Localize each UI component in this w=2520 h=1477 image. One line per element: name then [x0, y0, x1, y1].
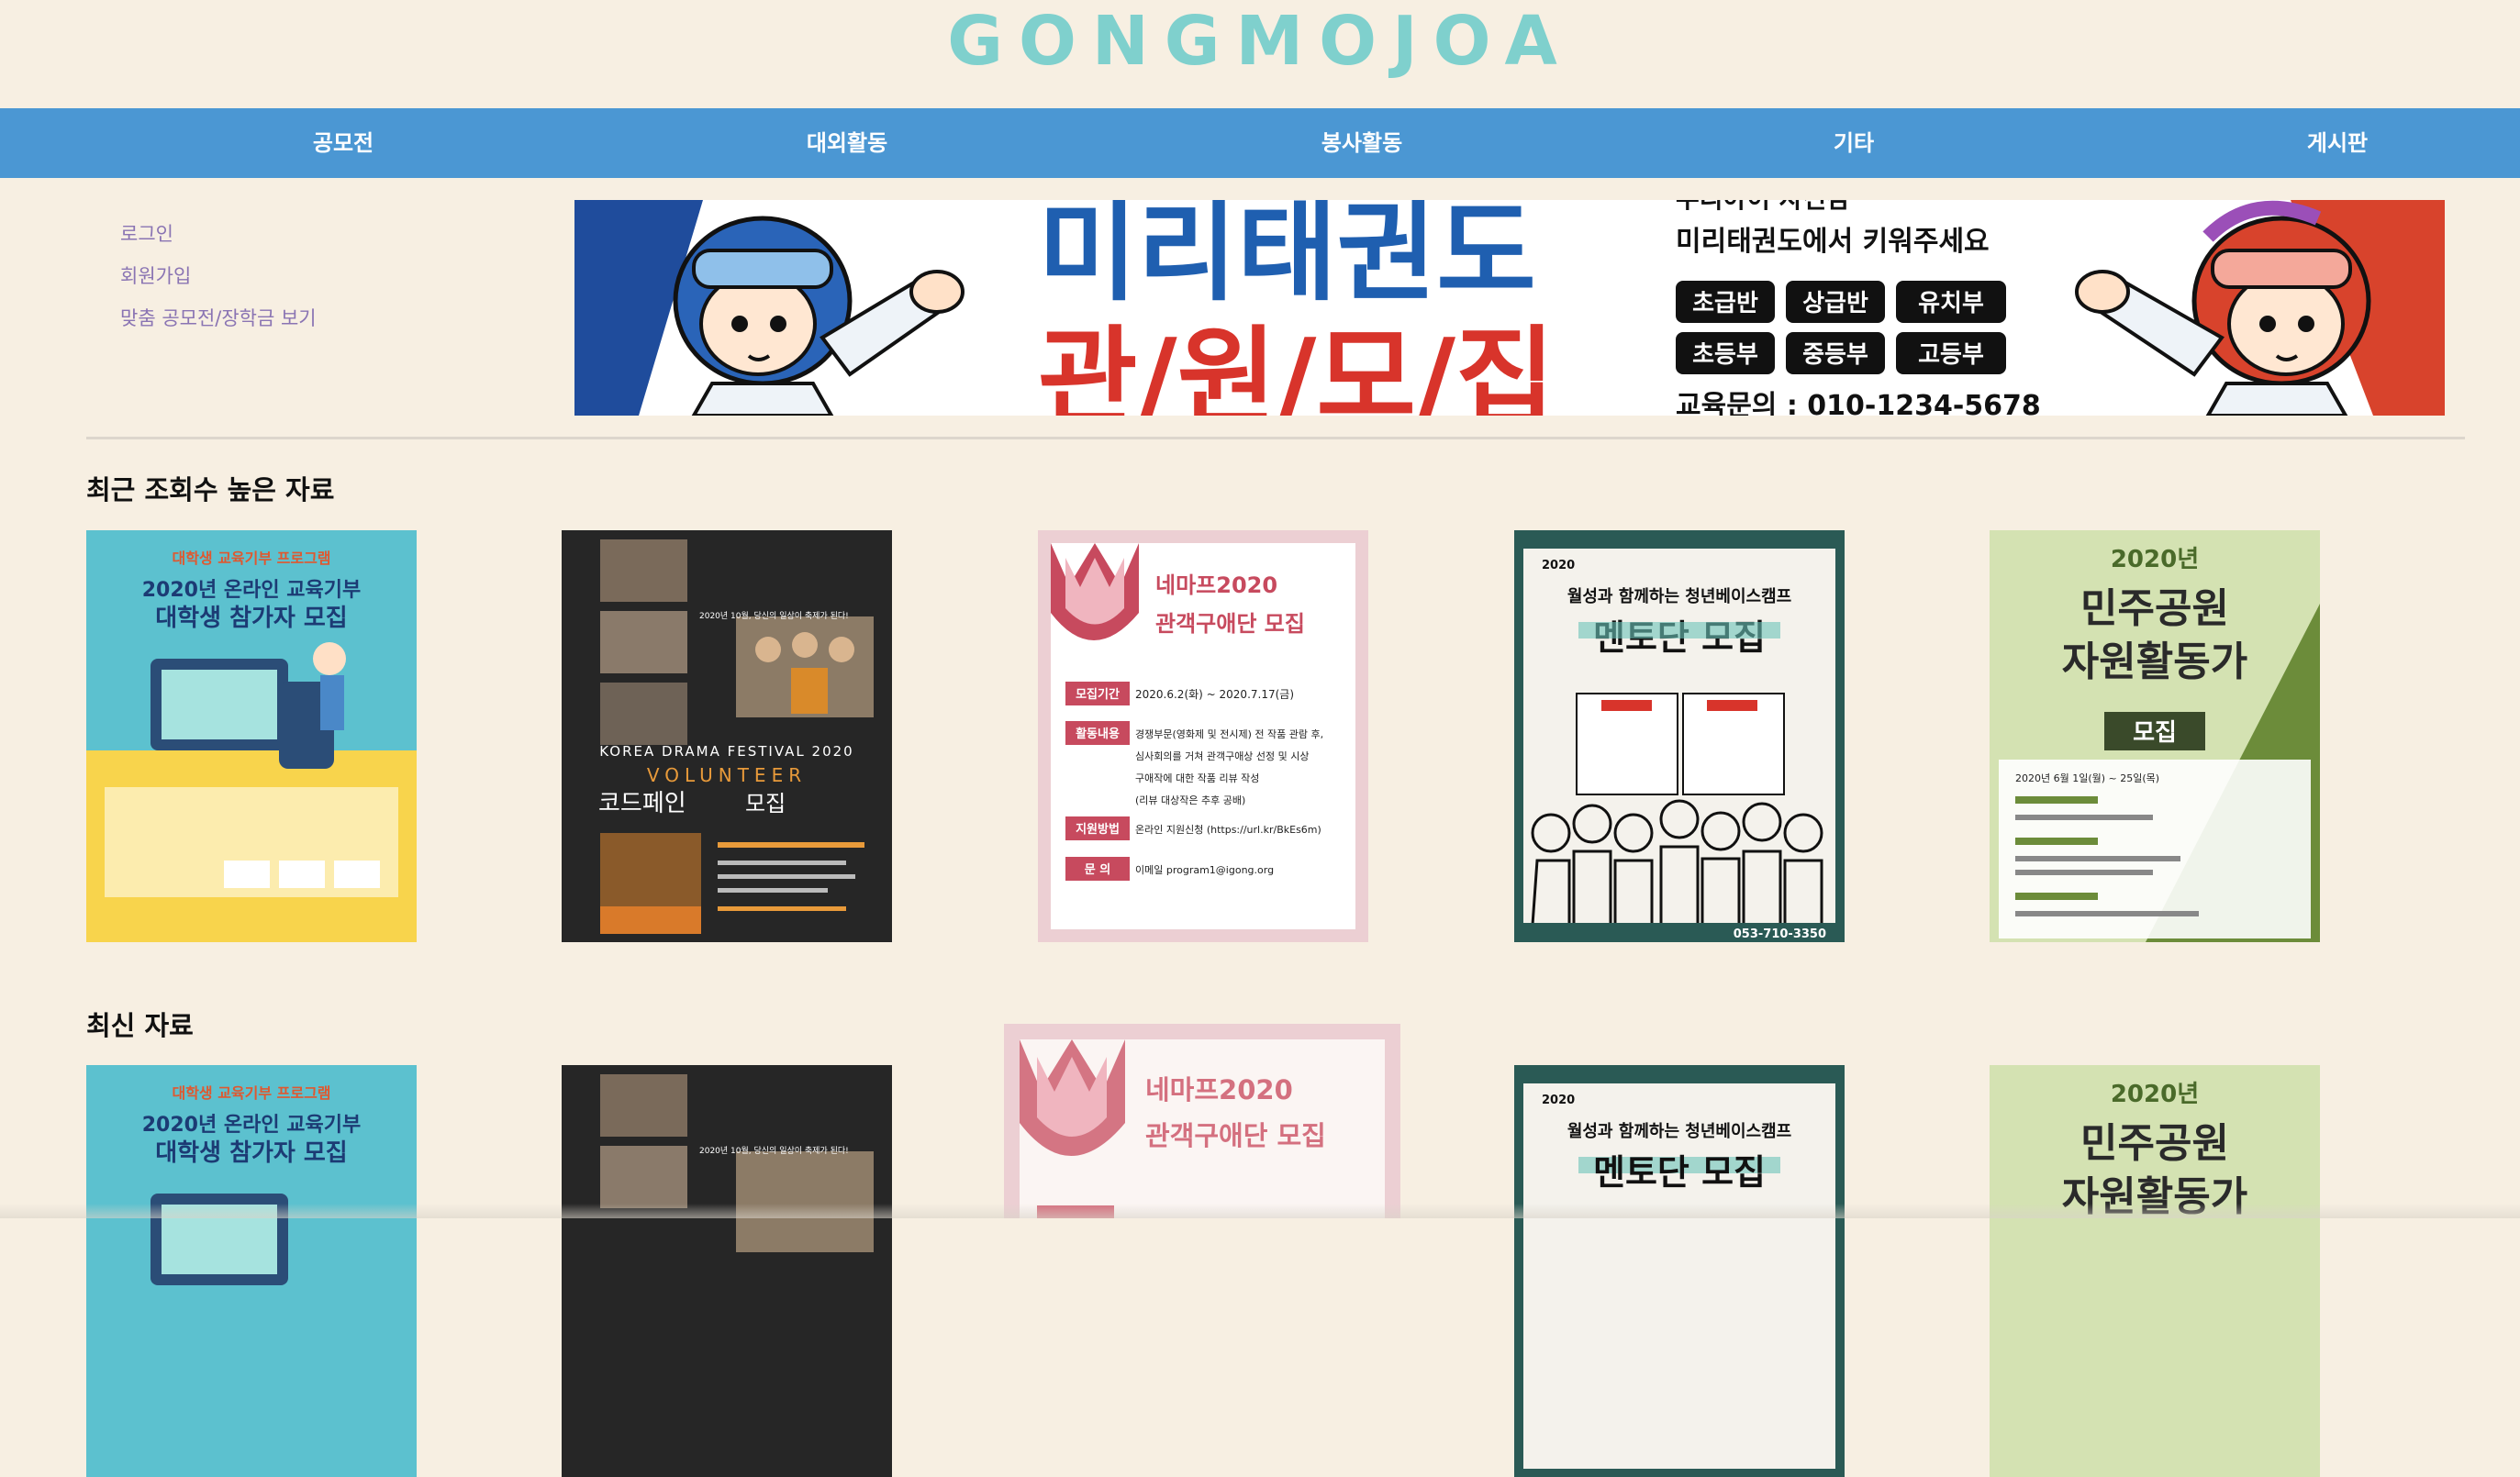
custom-recommend-link[interactable]: 맞춤 공모전/장학금 보기 [120, 305, 317, 347]
poster-line2: 대학생 참가자 모집 [155, 605, 347, 632]
poster-title: 코드페인 [598, 790, 686, 817]
poster-title: 멘토단 모집 [1593, 1152, 1766, 1193]
nav-item-board[interactable]: 게시판 [2307, 108, 2368, 178]
row-label: 모집기간 [1076, 687, 1120, 702]
sidebar: 로그인 회원가입 맞춤 공모전/장학금 보기 [120, 220, 317, 347]
nav-item-external[interactable]: 대외활동 [807, 108, 887, 178]
poster-line1: 2020년 온라인 교육기부 [142, 579, 361, 602]
class-badge: 중등부 [1802, 341, 1868, 369]
poster-line2: 자원활동가 [2062, 639, 2247, 685]
poster-year: 2020 [1542, 559, 1575, 572]
poster-edu-volunteer[interactable]: 대학생 교육기부 프로그램 2020년 온라인 교육기부 대학생 참가자 모집 [86, 530, 417, 942]
poster-top: 월성과 함께하는 청년베이스캠프 [1567, 586, 1791, 606]
banner-contact: 교육문의 : 010-1234-5678 [1676, 390, 2041, 416]
row-text: 심사회의를 거쳐 관객구애상 선정 및 시상 [1135, 750, 1310, 762]
poster-year: 2020년 [2111, 546, 2199, 573]
row-label: 문 의 [1085, 862, 1110, 877]
poster-top-label: 대학생 교육기부 프로그램 [172, 1084, 330, 1102]
poster-title1: 네마프2020 [1145, 1074, 1293, 1105]
poster-democracy-park[interactable]: 2020년 민주공원 자원활동가 모집 2020년 6월 1일(월) ~ 25일… [1990, 530, 2320, 942]
site-logo[interactable]: GONGMOJOA [0, 0, 2520, 108]
poster-top: 월성과 함께하는 청년베이스캠프 [1567, 1121, 1791, 1141]
poster-line2: 대학생 참가자 모집 [155, 1139, 347, 1167]
nav-item-etc[interactable]: 기타 [1834, 108, 1874, 178]
poster-title1: 네마프2020 [1155, 572, 1277, 598]
row-text: 이메일 program1@igong.org [1135, 863, 1274, 876]
poster-mentor[interactable]: 2020 월성과 함께하는 청년베이스캠프 멘토단 모집 [1514, 1065, 1845, 1477]
poster-badge: 모집 [2133, 719, 2177, 747]
banner-recruit: 관/원/모/집 [1038, 315, 1555, 416]
poster-mentor[interactable]: 2020 월성과 함께하는 청년베이스캠프 멘토단 모집 053-710-335… [1514, 530, 1845, 942]
poster-volunteer: VOLUNTEER [647, 764, 807, 786]
latest-section-title: 최신 자료 [86, 1010, 194, 1041]
poster-headline: 2020년 10월, 당신의 일상이 축제가 된다! [699, 610, 849, 621]
login-link[interactable]: 로그인 [120, 220, 317, 262]
scroll-edge-shadow [0, 1204, 2520, 1218]
section-divider [86, 437, 2465, 439]
poster-title2: 관객구애단 모집 [1155, 611, 1305, 637]
banner-title: 미리태권도 [1038, 200, 1536, 316]
row-text: 온라인 지원신청 (https://url.kr/BkEs6m) [1135, 824, 1321, 836]
popular-section-title: 최근 조회수 높은 자료 [86, 474, 335, 505]
poster-line1: 2020년 온라인 교육기부 [142, 1114, 361, 1137]
class-badge: 초등부 [1692, 341, 1758, 369]
class-badge: 상급반 [1802, 290, 1868, 317]
poster-year: 2020 [1542, 1094, 1575, 1107]
main-nav: 공모전 대외활동 봉사활동 기타 게시판 [0, 108, 2520, 178]
poster-democracy-park[interactable]: 2020년 민주공원 자원활동가 [1990, 1065, 2320, 1477]
class-badge: 초급반 [1692, 290, 1758, 317]
poster-drama-festival[interactable]: 2020년 10월, 당신의 일상이 축제가 된다! [562, 1065, 892, 1477]
poster-year: 2020년 [2111, 1081, 2199, 1108]
banner-tagline: 미리태권도에서 키워주세요 [1676, 226, 1990, 258]
poster-title2: 모집 [745, 791, 786, 816]
poster-english-title: KOREA DRAMA FESTIVAL 2020 [599, 743, 853, 760]
row-label: 활동내용 [1076, 727, 1120, 741]
poster-headline: 2020년 10월, 당신의 일상이 축제가 된다! [699, 1145, 849, 1156]
poster-phone: 053-710-3350 [1734, 927, 1826, 941]
signup-link[interactable]: 회원가입 [120, 262, 317, 305]
class-badge: 유치부 [1918, 290, 1984, 317]
row-text: (리뷰 대상작은 추후 공배) [1135, 794, 1245, 806]
nav-item-volunteer[interactable]: 봉사활동 [1321, 108, 1402, 178]
row-text: 경쟁부문(영화제 및 전시제) 전 작품 관람 후, [1135, 728, 1323, 740]
poster-title2: 관객구애단 모집 [1145, 1120, 1326, 1151]
poster-nemaf[interactable]: 네마프2020 관객구애단 모집 모집기간 활동내용 지원방법 문 의 2020… [1038, 530, 1368, 942]
nav-item-contest[interactable]: 공모전 [313, 108, 374, 178]
row-label: 지원방법 [1076, 822, 1120, 837]
poster-nemaf-hover[interactable]: 네마프2020 관객구애단 모집 [1004, 1024, 1400, 1218]
ad-banner[interactable]: 미리태권도 관/원/모/집 우리아이 자신감 미리태권도에서 키워주세요 초급반… [574, 200, 2445, 416]
class-badge: 고등부 [1918, 341, 1984, 369]
poster-line1: 민주공원 [2080, 1120, 2229, 1167]
banner-tagline-top: 우리아이 자신감 [1676, 200, 1850, 214]
poster-info: 2020년 6월 1일(월) ~ 25일(목) [2015, 772, 2159, 784]
poster-drama-festival[interactable]: 2020년 10월, 당신의 일상이 축제가 된다! KOREA DRAMA F… [562, 530, 892, 942]
row-text: 구애작에 대한 작품 리뷰 작성 [1135, 772, 1259, 784]
row-text: 2020.6.2(화) ~ 2020.7.17(금) [1135, 688, 1294, 701]
poster-line1: 민주공원 [2080, 585, 2229, 632]
poster-top-label: 대학생 교육기부 프로그램 [172, 550, 330, 567]
poster-edu-volunteer[interactable]: 대학생 교육기부 프로그램 2020년 온라인 교육기부 대학생 참가자 모집 [86, 1065, 417, 1477]
